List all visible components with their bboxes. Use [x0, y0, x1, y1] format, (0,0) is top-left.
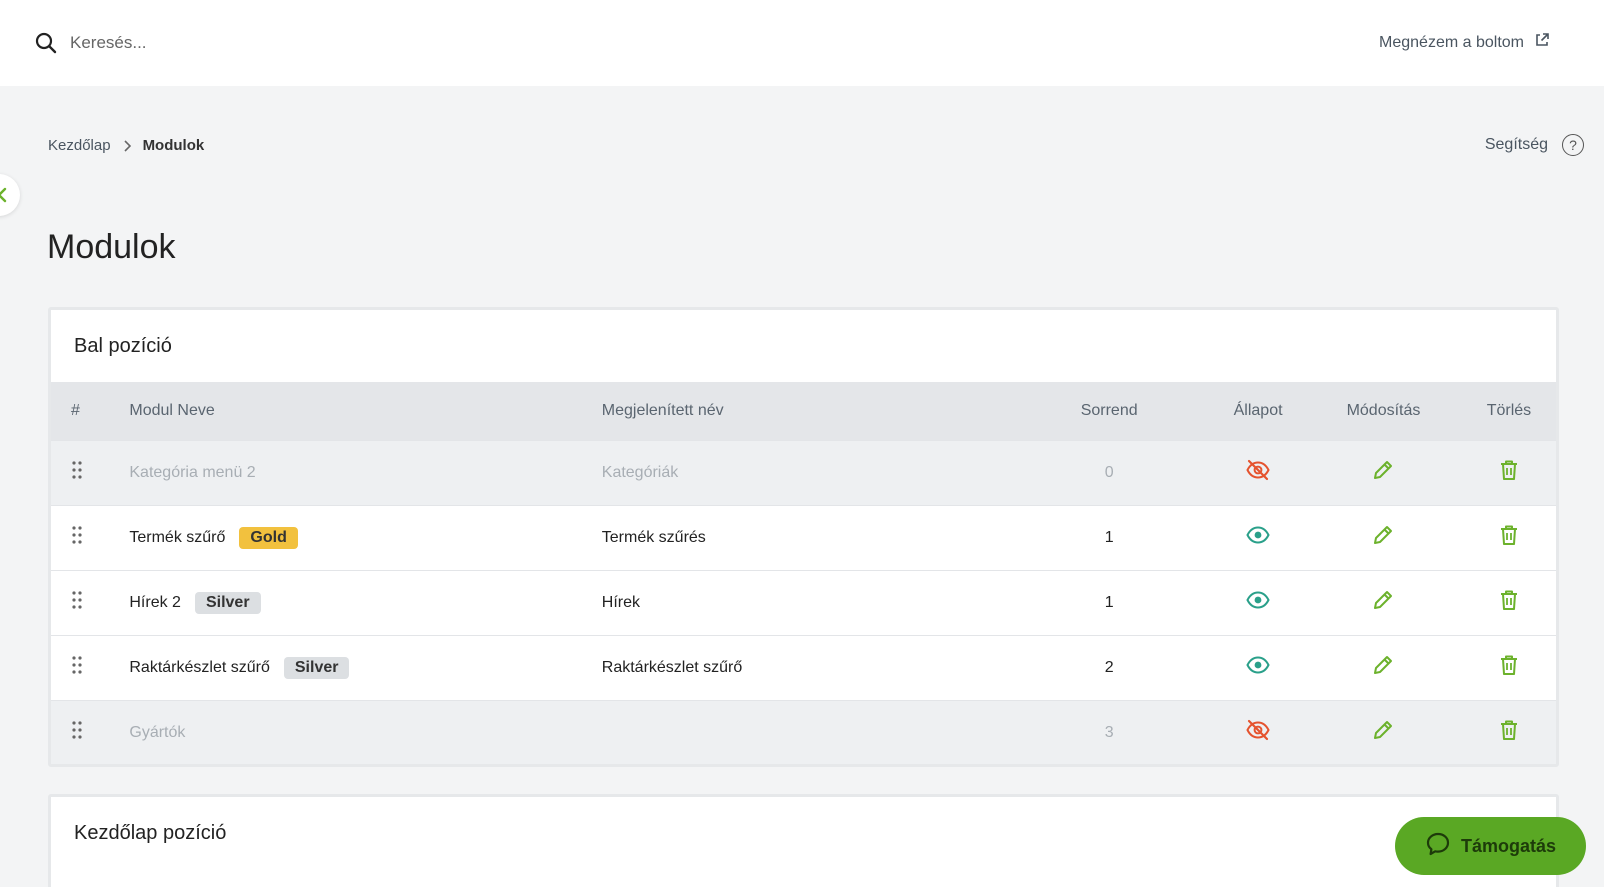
module-name: Gyártók: [129, 723, 186, 741]
tier-badge: Silver: [194, 591, 261, 614]
state-cell: [1211, 635, 1305, 700]
delete-cell: [1462, 505, 1556, 570]
breadcrumb-home-link[interactable]: Kezdőlap: [48, 137, 111, 154]
column-header-state: Állapot: [1233, 401, 1283, 419]
eye-off-icon[interactable]: [1246, 459, 1270, 481]
drag-handle-icon[interactable]: [71, 590, 83, 615]
display-name-cell: Hírek: [601, 593, 640, 611]
module-name: Kategória menü 2: [129, 463, 256, 481]
eye-off-icon[interactable]: [1246, 719, 1270, 741]
chat-bubble-icon: [1425, 831, 1461, 862]
module-name-cell: Gyártók: [129, 700, 601, 764]
column-header-module-name: Modul Neve: [129, 401, 215, 419]
section-kezdolap-pozicio: Kezdőlap pozíció: [48, 794, 1559, 887]
drag-cell: [51, 505, 129, 570]
state-cell: [1211, 700, 1305, 764]
help-label: Segítség: [1484, 136, 1548, 153]
order-cell: 1: [1104, 528, 1114, 546]
pencil-icon[interactable]: [1372, 524, 1394, 546]
support-chat-button[interactable]: Támogatás: [1395, 817, 1586, 875]
module-name: Hírek 2: [129, 593, 181, 611]
section-bal-pozicio: Bal pozíció # Modul Neve Megjelenített n…: [48, 307, 1559, 767]
top-bar: Megnézem a boltom: [0, 0, 1604, 86]
order-cell: 3: [1104, 723, 1114, 741]
drag-handle-icon[interactable]: [71, 460, 83, 485]
table-row: Gyártók 3: [51, 700, 1556, 764]
column-header-order: Sorrend: [1080, 401, 1138, 419]
order-cell: 2: [1104, 658, 1114, 676]
module-name-cell: Termék szűrő Gold: [129, 505, 601, 570]
module-name-cell: Raktárkészlet szűrő Silver: [129, 635, 601, 700]
chevron-right-icon: [123, 139, 131, 152]
drag-handle-icon[interactable]: [71, 720, 83, 745]
module-name-cell: Hírek 2 Silver: [129, 570, 601, 635]
search-input[interactable]: [70, 28, 670, 58]
module-name: Termék szűrő: [129, 528, 226, 546]
pencil-icon[interactable]: [1372, 654, 1394, 676]
breadcrumb: Kezdőlap Modulok: [48, 137, 204, 154]
external-link-icon: [1524, 32, 1550, 53]
state-cell: [1211, 570, 1305, 635]
edit-cell: [1305, 440, 1462, 505]
trash-icon[interactable]: [1499, 589, 1519, 611]
trash-icon[interactable]: [1499, 459, 1519, 481]
question-circle-icon: ?: [1562, 134, 1584, 156]
delete-cell: [1462, 570, 1556, 635]
state-cell: [1211, 440, 1305, 505]
eye-icon[interactable]: [1246, 525, 1270, 545]
eye-icon[interactable]: [1246, 590, 1270, 610]
view-shop-link[interactable]: Megnézem a boltom: [1379, 32, 1550, 53]
edit-cell: [1305, 570, 1462, 635]
column-header-delete: Törlés: [1486, 401, 1532, 419]
trash-icon[interactable]: [1499, 719, 1519, 741]
display-name-cell: [602, 700, 1008, 764]
section-title: Kezdőlap pozíció: [51, 797, 1556, 869]
pencil-icon[interactable]: [1372, 719, 1394, 741]
delete-cell: [1462, 635, 1556, 700]
drag-handle-icon[interactable]: [71, 525, 83, 550]
column-header-edit: Módosítás: [1346, 401, 1421, 419]
delete-cell: [1462, 700, 1556, 764]
trash-icon[interactable]: [1499, 524, 1519, 546]
state-cell: [1211, 505, 1305, 570]
page-title: Modulok: [47, 228, 176, 266]
table-row: Hírek 2 Silver Hírek 1: [51, 570, 1556, 635]
table-row: Raktárkészlet szűrő Silver Raktárkészlet s…: [51, 635, 1556, 700]
section-title: Bal pozíció: [51, 310, 1556, 382]
order-cell: 1: [1104, 593, 1114, 611]
eye-icon[interactable]: [1246, 655, 1270, 675]
table-row: Termék szűrő Gold Termék szűrés 1: [51, 505, 1556, 570]
support-label: Támogatás: [1460, 835, 1557, 856]
pencil-icon[interactable]: [1372, 459, 1394, 481]
edit-cell: [1305, 505, 1462, 570]
tier-badge: Gold: [239, 526, 298, 549]
module-name: Raktárkészlet szűrő: [129, 658, 270, 676]
drag-cell: [51, 440, 129, 505]
view-shop-label: Megnézem a boltom: [1379, 33, 1524, 51]
delete-cell: [1462, 440, 1556, 505]
pencil-icon[interactable]: [1372, 589, 1394, 611]
display-name-cell: Raktárkészlet szűrő: [601, 658, 743, 676]
edit-cell: [1305, 635, 1462, 700]
sidebar-toggle-button[interactable]: [0, 174, 20, 216]
order-cell: 0: [1104, 463, 1114, 481]
drag-cell: [51, 570, 129, 635]
display-name-cell: Termék szűrés: [601, 528, 706, 546]
drag-cell: [51, 700, 129, 764]
drag-cell: [51, 635, 129, 700]
column-header-display-name: Megjelenített név: [601, 401, 724, 419]
trash-icon[interactable]: [1499, 654, 1519, 676]
table-row: Kategória menü 2 Kategóriák 0: [51, 440, 1556, 505]
table-header-row: # Modul Neve Megjelenített név Sorrend Á…: [51, 382, 1556, 440]
column-header-index: #: [71, 401, 80, 419]
modules-table: # Modul Neve Megjelenített név Sorrend Á…: [51, 382, 1556, 764]
module-name-cell: Kategória menü 2: [129, 440, 601, 505]
help-link[interactable]: Segítség ?: [1485, 134, 1584, 156]
breadcrumb-current: Modulok: [142, 137, 205, 154]
tier-badge: Silver: [283, 656, 350, 679]
display-name-cell: Kategóriák: [601, 463, 679, 481]
search-icon[interactable]: [34, 31, 58, 55]
edit-cell: [1305, 700, 1462, 764]
drag-handle-icon[interactable]: [71, 655, 83, 680]
